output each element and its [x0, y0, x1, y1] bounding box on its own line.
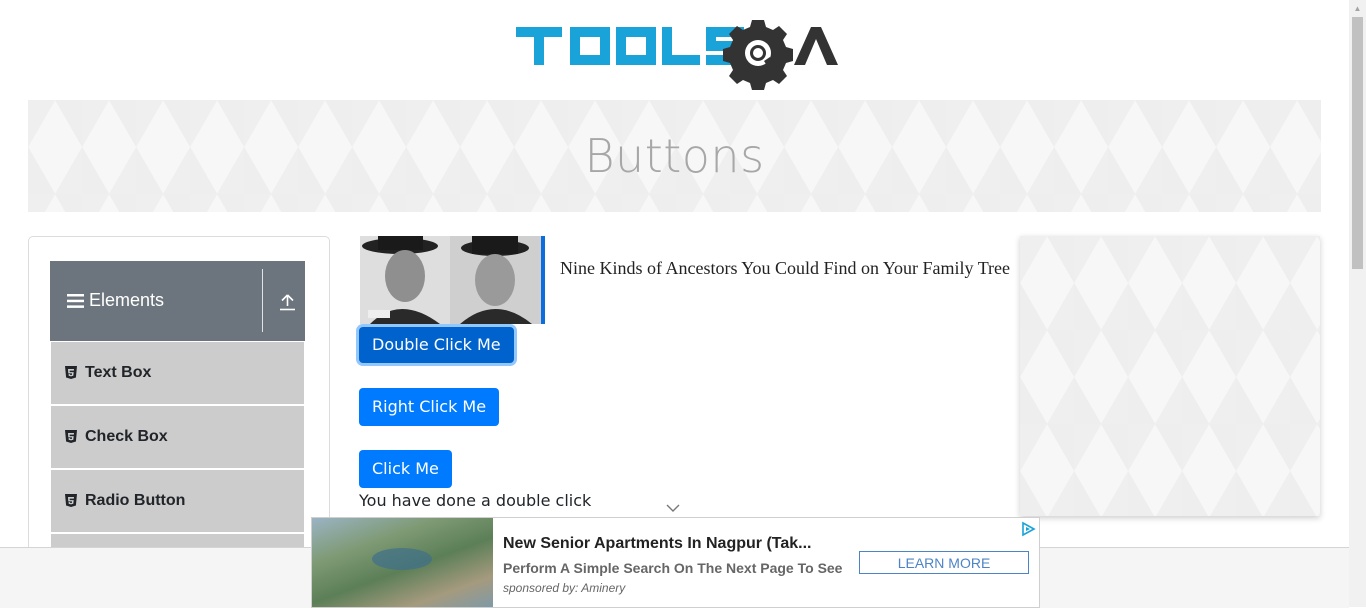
html5-icon: [65, 430, 77, 443]
scroll-up-arrow-icon[interactable]: ▲: [1349, 0, 1366, 17]
sidebar-item-label: Check Box: [85, 428, 168, 445]
sidebar-item-partial[interactable]: [51, 534, 304, 548]
sidebar-item-label: Radio Button: [85, 492, 186, 509]
sidebar-item-label: Text Box: [85, 364, 152, 381]
mugshot-image: [360, 236, 541, 324]
header-divider: [262, 269, 263, 332]
ad-photo-pond: [372, 548, 432, 570]
page-scrollbar[interactable]: ▲: [1349, 0, 1366, 607]
right-click-button[interactable]: Right Click Me: [359, 388, 500, 426]
side-ad-placeholder[interactable]: [1020, 236, 1320, 516]
group-title: Elements: [89, 290, 165, 310]
elements-group-header[interactable]: Elements: [50, 261, 305, 341]
html5-icon: [65, 366, 77, 379]
chevron-down-icon[interactable]: [666, 503, 680, 513]
ad-image-accent-bar: [541, 236, 545, 324]
hamburger-menu-icon: [67, 294, 84, 308]
ad-headline[interactable]: Nine Kinds of Ancestors You Could Find o…: [550, 256, 1020, 281]
double-click-button[interactable]: Double Click Me: [359, 327, 514, 363]
double-click-message: You have done a double click: [359, 491, 592, 510]
click-me-button[interactable]: Click Me: [359, 450, 452, 488]
learn-more-button[interactable]: LEARN MORE: [859, 551, 1029, 574]
bottom-ad-sponsor: sponsored by: Aminery: [503, 581, 626, 595]
bottom-ad-banner[interactable]: New Senior Apartments In Nagpur (Tak... …: [311, 517, 1040, 608]
page-title: Buttons: [584, 129, 765, 183]
ad-photo[interactable]: [360, 236, 545, 324]
html5-icon: [65, 494, 77, 507]
scrollbar-thumb[interactable]: [1352, 17, 1363, 269]
sidebar-item-radio-button[interactable]: Radio Button: [51, 470, 304, 534]
adchoices-icon[interactable]: [1020, 521, 1036, 537]
toolsqa-logo[interactable]: [512, 16, 842, 92]
bottom-ad-description[interactable]: Perform A Simple Search On The Next Page…: [503, 560, 843, 576]
ad-aerial-photo[interactable]: [312, 518, 493, 607]
collapse-upload-icon[interactable]: [279, 293, 296, 311]
page-header-banner: Buttons: [28, 100, 1321, 212]
bottom-ad-headline[interactable]: New Senior Apartments In Nagpur (Tak...: [503, 535, 843, 553]
sidebar-item-check-box[interactable]: Check Box: [51, 406, 304, 470]
sidebar-item-text-box[interactable]: Text Box: [51, 342, 304, 406]
